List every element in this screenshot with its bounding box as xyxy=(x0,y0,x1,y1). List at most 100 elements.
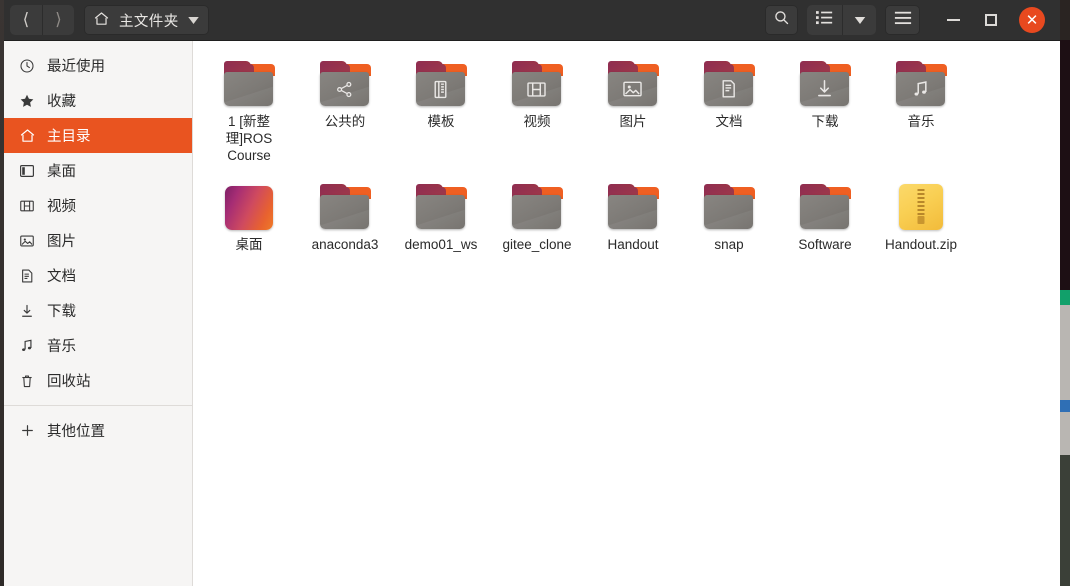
sidebar-item-music[interactable]: 音乐 xyxy=(4,328,192,363)
desktop-icon xyxy=(18,162,36,180)
file-name: 1 [新整理]ROS Course xyxy=(225,114,273,163)
navigation-button-group: ⟨ ⟩ xyxy=(10,5,74,35)
star-icon xyxy=(18,92,36,110)
music-icon xyxy=(895,72,945,106)
file-list-view[interactable]: 1 [新整理]ROS Course 公共的 模板 视频 图片 文档 下载 音乐 … xyxy=(193,41,1060,586)
back-button[interactable]: ⟨ xyxy=(10,5,42,35)
home-icon xyxy=(18,127,36,145)
minimize-icon xyxy=(946,19,960,21)
chevron-right-icon: ⟩ xyxy=(55,9,62,30)
sidebar-item-label: 最近使用 xyxy=(47,59,105,75)
hamburger-menu-icon xyxy=(894,11,912,30)
file-name: 桌面 xyxy=(235,237,263,252)
document-icon xyxy=(18,267,36,285)
sidebar-item-label: 主目录 xyxy=(47,129,91,145)
view-options-button[interactable] xyxy=(842,5,876,35)
sidebar-item-label: 视频 xyxy=(47,199,76,215)
folder-icon xyxy=(223,51,275,107)
clock-icon xyxy=(18,57,36,75)
sidebar-item-recent[interactable]: 最近使用 xyxy=(4,48,192,83)
file-name: 文档 xyxy=(715,114,743,129)
file-item[interactable]: demo01_ws xyxy=(393,170,489,259)
file-item[interactable]: 桌面 xyxy=(201,170,297,259)
file-name: 下载 xyxy=(811,114,839,129)
download-icon xyxy=(18,302,36,320)
sidebar-item-label: 回收站 xyxy=(47,374,91,390)
list-view-icon xyxy=(816,10,833,30)
sidebar-item-label: 下载 xyxy=(47,304,76,320)
file-name: snap xyxy=(714,237,744,252)
film-icon xyxy=(511,72,561,106)
folder-icon xyxy=(511,51,563,107)
sidebar-item-home[interactable]: 主目录 xyxy=(4,118,192,153)
file-item[interactable]: anaconda3 xyxy=(297,170,393,259)
file-item[interactable]: 公共的 xyxy=(297,47,393,170)
folder-icon xyxy=(607,51,659,107)
file-name: Handout xyxy=(607,237,659,252)
path-bar-button[interactable]: 主文件夹 xyxy=(84,5,209,35)
folder-icon xyxy=(607,174,659,230)
search-button[interactable] xyxy=(765,5,798,35)
folder-icon xyxy=(415,174,467,230)
path-label: 主文件夹 xyxy=(119,13,179,30)
sidebar-item-pictures[interactable]: 图片 xyxy=(4,223,192,258)
file-item[interactable]: 模板 xyxy=(393,47,489,170)
sidebar-item-trash[interactable]: 回收站 xyxy=(4,363,192,398)
file-item[interactable]: Handout.zip xyxy=(873,170,969,259)
window-body: 最近使用 收藏 主目录 桌面 视频 图片 文档 下载 音乐 回收站 其他位置 1… xyxy=(4,41,1060,586)
sidebar-item-desktop[interactable]: 桌面 xyxy=(4,153,192,188)
maximize-button[interactable] xyxy=(972,0,1010,41)
file-item[interactable]: 1 [新整理]ROS Course xyxy=(201,47,297,170)
main-menu-button[interactable] xyxy=(885,5,920,35)
sidebar-item-videos[interactable]: 视频 xyxy=(4,188,192,223)
folder-icon xyxy=(319,174,371,230)
file-name: demo01_ws xyxy=(404,237,478,252)
close-icon: ✕ xyxy=(1019,7,1045,33)
file-name: 模板 xyxy=(427,114,455,129)
chevron-down-icon xyxy=(854,11,866,29)
file-item[interactable]: 视频 xyxy=(489,47,585,170)
image-icon xyxy=(18,232,36,250)
file-item[interactable]: 音乐 xyxy=(873,47,969,170)
desktop-folder-icon xyxy=(225,174,273,230)
header-bar: ⟨ ⟩ 主文件夹 ✕ xyxy=(4,0,1060,41)
file-name: 公共的 xyxy=(324,114,366,129)
sidebar-item-documents[interactable]: 文档 xyxy=(4,258,192,293)
sidebar-item-starred[interactable]: 收藏 xyxy=(4,83,192,118)
close-button[interactable]: ✕ xyxy=(1010,0,1054,41)
view-mode-button-group xyxy=(807,5,876,35)
folder-icon xyxy=(703,51,755,107)
sidebar-item-label: 收藏 xyxy=(47,94,76,110)
sidebar-item-downloads[interactable]: 下载 xyxy=(4,293,192,328)
sidebar-item-label: 文档 xyxy=(47,269,76,285)
music-icon xyxy=(18,337,36,355)
content-scrollbar[interactable] xyxy=(1059,41,1060,586)
file-item[interactable]: 下载 xyxy=(777,47,873,170)
file-item[interactable]: Software xyxy=(777,170,873,259)
sidebar-item-label: 其他位置 xyxy=(47,424,105,440)
maximize-icon xyxy=(985,14,997,26)
folder-icon xyxy=(319,51,371,107)
home-icon xyxy=(93,10,110,31)
file-item[interactable]: Handout xyxy=(585,170,681,259)
forward-button[interactable]: ⟩ xyxy=(42,5,74,35)
icon-grid: 1 [新整理]ROS Course 公共的 模板 视频 图片 文档 下载 音乐 … xyxy=(193,41,1060,259)
trash-icon xyxy=(18,372,36,390)
minimize-button[interactable] xyxy=(934,0,972,41)
file-item[interactable]: 文档 xyxy=(681,47,777,170)
folder-icon xyxy=(415,51,467,107)
sidebar-item-other-locations[interactable]: 其他位置 xyxy=(4,413,192,448)
document-icon xyxy=(703,72,753,106)
plus-icon xyxy=(18,422,36,440)
folder-icon xyxy=(703,174,755,230)
file-item[interactable]: snap xyxy=(681,170,777,259)
file-manager-window: ⟨ ⟩ 主文件夹 ✕ 最近使用 收藏 主目录 桌面 视频 图片 文档 下载 音乐… xyxy=(4,0,1060,586)
file-name: Software xyxy=(798,237,852,252)
chevron-left-icon: ⟨ xyxy=(22,9,30,30)
view-mode-button[interactable] xyxy=(807,5,842,35)
sidebar-divider xyxy=(4,405,192,406)
file-item[interactable]: 图片 xyxy=(585,47,681,170)
file-item[interactable]: gitee_clone xyxy=(489,170,585,259)
sidebar-item-label: 音乐 xyxy=(47,339,76,355)
sidebar: 最近使用 收藏 主目录 桌面 视频 图片 文档 下载 音乐 回收站 其他位置 xyxy=(4,41,193,586)
